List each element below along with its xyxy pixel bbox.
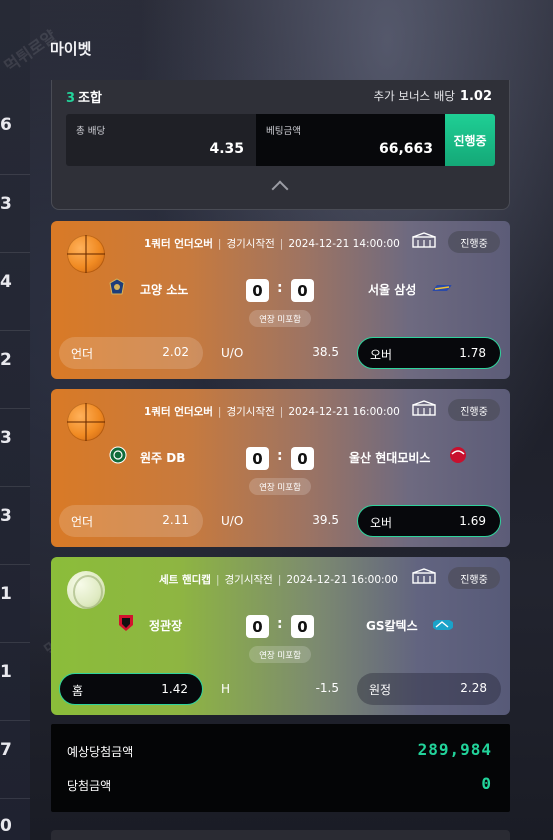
home-odds-button[interactable]: 홈 1.42 xyxy=(59,673,203,705)
home-team-logo xyxy=(109,446,127,464)
overtime-note: 연장 미포함 xyxy=(249,646,311,663)
status-badge: 진행중 xyxy=(448,399,500,421)
left-list-item[interactable]: 2 xyxy=(0,331,30,409)
away-score: 0 xyxy=(291,447,314,470)
left-list-item[interactable]: 0 xyxy=(0,799,30,840)
market-label: U/O xyxy=(221,514,244,528)
left-list-item[interactable]: 3 xyxy=(0,409,30,487)
total-odds-box: 총 배당 4.35 xyxy=(66,114,256,166)
bonus-odds: 추가 보너스 배당 1.02 xyxy=(373,89,492,104)
left-list-item[interactable]: 4 xyxy=(0,253,30,331)
home-team-name: 고양 소노 xyxy=(140,283,189,297)
winnings-label: 당첨금액 xyxy=(67,779,112,793)
home-score: 0 xyxy=(246,615,269,638)
expected-winnings-value: 289,984 xyxy=(417,740,492,759)
market-label: U/O xyxy=(221,346,244,360)
bet-card: 1쿼터 언더오버 | 경기시작전 | 2024-12-21 16:00:00 진행중 원… xyxy=(51,389,510,547)
over-odds-button[interactable]: 오버 1.78 xyxy=(357,337,501,369)
bet-meta: 세트 핸디캡 | 경기시작전 | 2024-12-21 16:00:00 xyxy=(159,574,398,586)
next-panel-edge xyxy=(51,830,510,840)
left-list-item[interactable]: 1 xyxy=(0,643,30,721)
away-team-name: 서울 삼성 xyxy=(368,283,417,297)
home-team-name: 정관장 xyxy=(149,619,183,633)
left-list-strip: 6 3 4 2 3 3 1 1 7 0 xyxy=(0,0,30,840)
left-list-item[interactable]: 3 xyxy=(0,175,30,253)
page-title: 마이벳 xyxy=(50,40,92,58)
away-team-name: GS칼텍스 xyxy=(366,619,418,633)
winnings-value: 0 xyxy=(481,774,492,793)
home-team-logo xyxy=(119,615,133,631)
away-score: 0 xyxy=(291,615,314,638)
stadium-icon[interactable] xyxy=(412,400,436,416)
away-score: 0 xyxy=(291,279,314,302)
expected-winnings-label: 예상당첨금액 xyxy=(67,745,134,759)
away-odds-button[interactable]: 원정 2.28 xyxy=(357,673,501,705)
left-list-item[interactable]: 7 xyxy=(0,721,30,799)
left-list-item[interactable]: 6 xyxy=(0,95,30,175)
under-odds-button[interactable]: 언더 2.02 xyxy=(59,337,203,369)
combo-count: 3 조합 xyxy=(66,91,102,106)
chevron-up-icon[interactable] xyxy=(271,180,289,198)
home-score: 0 xyxy=(246,279,269,302)
status-badge: 진행중 xyxy=(448,567,500,589)
left-list-item[interactable]: 3 xyxy=(0,487,30,565)
left-list-item[interactable]: 1 xyxy=(0,565,30,643)
away-team-logo xyxy=(433,620,453,630)
overtime-note: 연장 미포함 xyxy=(249,310,311,327)
market-label: H xyxy=(221,682,231,696)
market-line: 39.5 xyxy=(312,513,339,527)
overtime-note: 연장 미포함 xyxy=(249,478,311,495)
bet-amount-value: 66,663 xyxy=(378,141,433,157)
bet-summary-panel: 3 조합 추가 보너스 배당 1.02 총 배당 4.35 베팅금액 66,663 … xyxy=(51,80,510,210)
bet-meta: 1쿼터 언더오버 | 경기시작전 | 2024-12-21 14:00:00 xyxy=(144,238,400,250)
bet-card: 세트 핸디캡 | 경기시작전 | 2024-12-21 16:00:00 진행중 정관장… xyxy=(51,557,510,715)
away-team-name: 울산 현대모비스 xyxy=(349,451,431,465)
volleyball-icon xyxy=(67,571,105,609)
over-odds-button[interactable]: 오버 1.69 xyxy=(357,505,501,537)
home-team-logo xyxy=(109,278,125,295)
bet-card: 1쿼터 언더오버 | 경기시작전 | 2024-12-21 14:00:00 진행중 고… xyxy=(51,221,510,379)
bet-amount-box: 베팅금액 66,663 xyxy=(256,114,445,166)
in-progress-button[interactable]: 진행중 xyxy=(445,114,495,166)
away-team-logo xyxy=(450,447,466,463)
stadium-icon[interactable] xyxy=(412,568,436,584)
stadium-icon[interactable] xyxy=(412,232,436,248)
winnings-panel: 예상당첨금액 289,984 당첨금액 0 xyxy=(51,724,510,812)
away-team-logo xyxy=(432,285,452,291)
total-odds-value: 4.35 xyxy=(209,141,244,157)
market-line: -1.5 xyxy=(315,681,339,695)
status-badge: 진행중 xyxy=(448,231,500,253)
under-odds-button[interactable]: 언더 2.11 xyxy=(59,505,203,537)
home-score: 0 xyxy=(246,447,269,470)
market-line: 38.5 xyxy=(312,345,339,359)
basketball-icon xyxy=(67,235,105,273)
bet-meta: 1쿼터 언더오버 | 경기시작전 | 2024-12-21 16:00:00 xyxy=(144,406,400,418)
home-team-name: 원주 DB xyxy=(140,451,186,465)
basketball-icon xyxy=(67,403,105,441)
